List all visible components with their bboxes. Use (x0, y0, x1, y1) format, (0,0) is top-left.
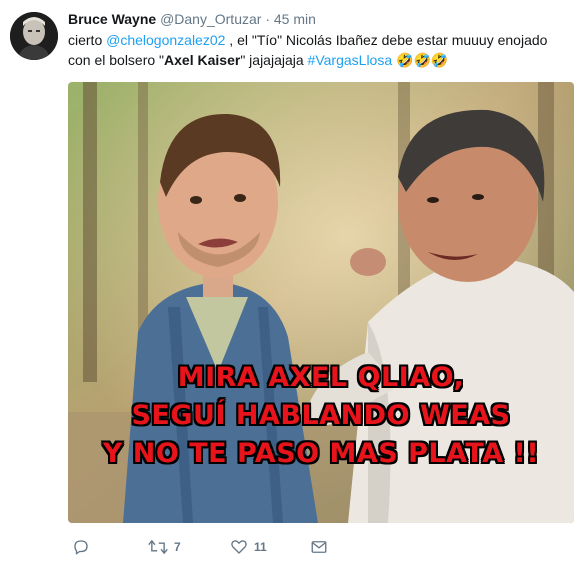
author-name[interactable]: Bruce Wayne (68, 11, 156, 27)
like-button[interactable]: 11 (230, 536, 267, 558)
like-count: 11 (254, 540, 267, 554)
separator: · (265, 11, 270, 27)
caption-line-1: MIRA AXEL QLIAO, (177, 362, 465, 393)
author-handle[interactable]: @Dany_Ortuzar (160, 11, 261, 27)
tweet-image[interactable]: MIRA AXEL QLIAO, SEGUÍ HABLANDO WEAS Y N… (68, 82, 574, 523)
text-part: cierto (68, 32, 107, 48)
retweet-count: 7 (174, 540, 181, 554)
emoji: 🤣🤣🤣 (392, 52, 449, 68)
reply-icon (74, 540, 88, 555)
message-icon (311, 541, 327, 553)
caption-line-2: SEGUÍ HABLANDO WEAS (131, 400, 511, 431)
tweet-text: cierto @chelogonzalez02 , el "Tío" Nicol… (68, 30, 573, 70)
message-button[interactable] (310, 536, 328, 558)
tweet-header: Bruce Wayne @Dany_Ortuzar · 45 min (68, 10, 316, 28)
reply-button[interactable] (72, 536, 96, 558)
retweet-button[interactable]: 7 (148, 536, 181, 558)
tweet-actions: 7 11 (68, 536, 368, 558)
timestamp[interactable]: 45 min (274, 11, 316, 27)
hashtag-link[interactable]: #VargasLlosa (308, 52, 393, 68)
text-part: " jajajajaja (240, 52, 308, 68)
tweet: Bruce Wayne @Dany_Ortuzar · 45 min ciert… (0, 0, 586, 563)
avatar[interactable] (10, 12, 58, 60)
mention-link[interactable]: @chelogonzalez02 (106, 32, 225, 48)
bold-text: Axel Kaiser (164, 52, 241, 68)
like-icon (231, 540, 247, 554)
retweet-icon (148, 539, 168, 555)
caption-line-3: Y NO TE PASO MAS PLATA !! (102, 438, 540, 469)
